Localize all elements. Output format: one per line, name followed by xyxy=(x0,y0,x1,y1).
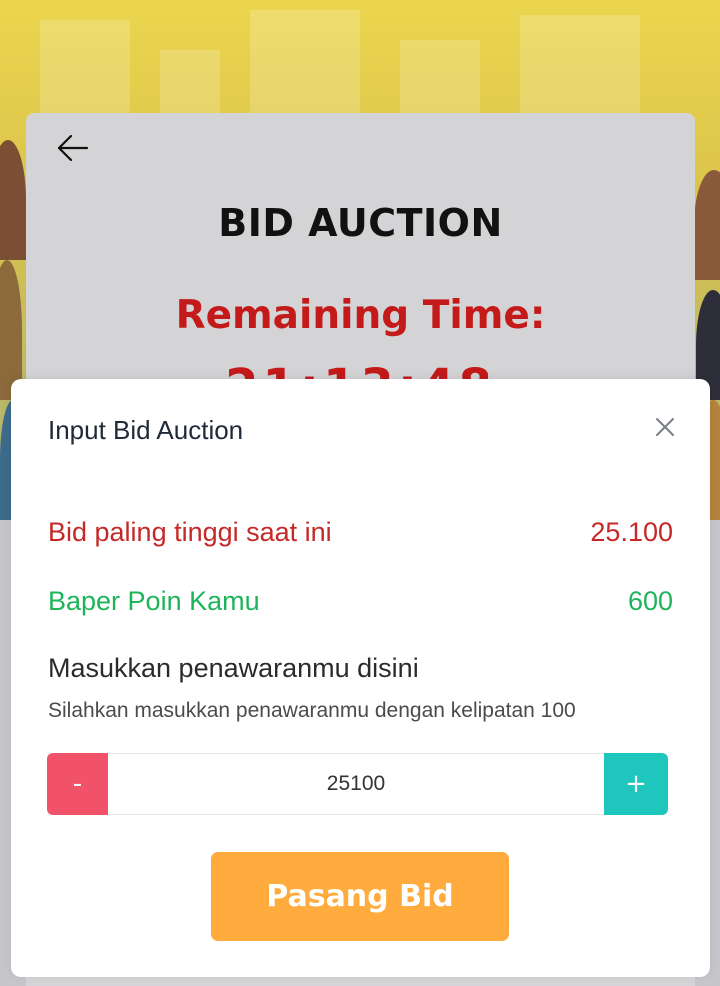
poin-row: Baper Poin Kamu 600 xyxy=(48,586,673,617)
modal-title: Input Bid Auction xyxy=(48,415,244,445)
poin-value: 600 xyxy=(627,586,673,616)
highest-bid-row: Bid paling tinggi saat ini 25.100 xyxy=(48,517,673,548)
decrement-button[interactable]: - xyxy=(47,753,108,815)
remaining-time-label: Remaining Time: xyxy=(175,293,546,338)
arrow-left-icon xyxy=(57,134,89,166)
bid-amount-stepper: - + xyxy=(47,753,668,815)
increment-button[interactable]: + xyxy=(604,753,668,815)
input-bid-modal: Input Bid Auction Bid paling tinggi saat… xyxy=(11,379,710,977)
poin-label: Baper Poin Kamu xyxy=(48,586,260,616)
person-figure xyxy=(694,170,720,280)
page-title: BID AUCTION xyxy=(218,201,503,245)
back-button[interactable] xyxy=(56,134,90,166)
bid-input-heading: Masukkan penawaranmu disini xyxy=(48,653,419,683)
close-button[interactable] xyxy=(653,417,677,441)
place-bid-button[interactable]: Pasang Bid xyxy=(211,852,509,941)
bid-amount-input[interactable] xyxy=(108,753,604,815)
close-icon xyxy=(655,417,675,441)
highest-bid-value: 25.100 xyxy=(590,517,673,547)
highest-bid-label: Bid paling tinggi saat ini xyxy=(48,517,332,547)
person-figure xyxy=(0,140,26,260)
bid-input-hint: Silahkan masukkan penawaranmu dengan kel… xyxy=(48,699,576,722)
